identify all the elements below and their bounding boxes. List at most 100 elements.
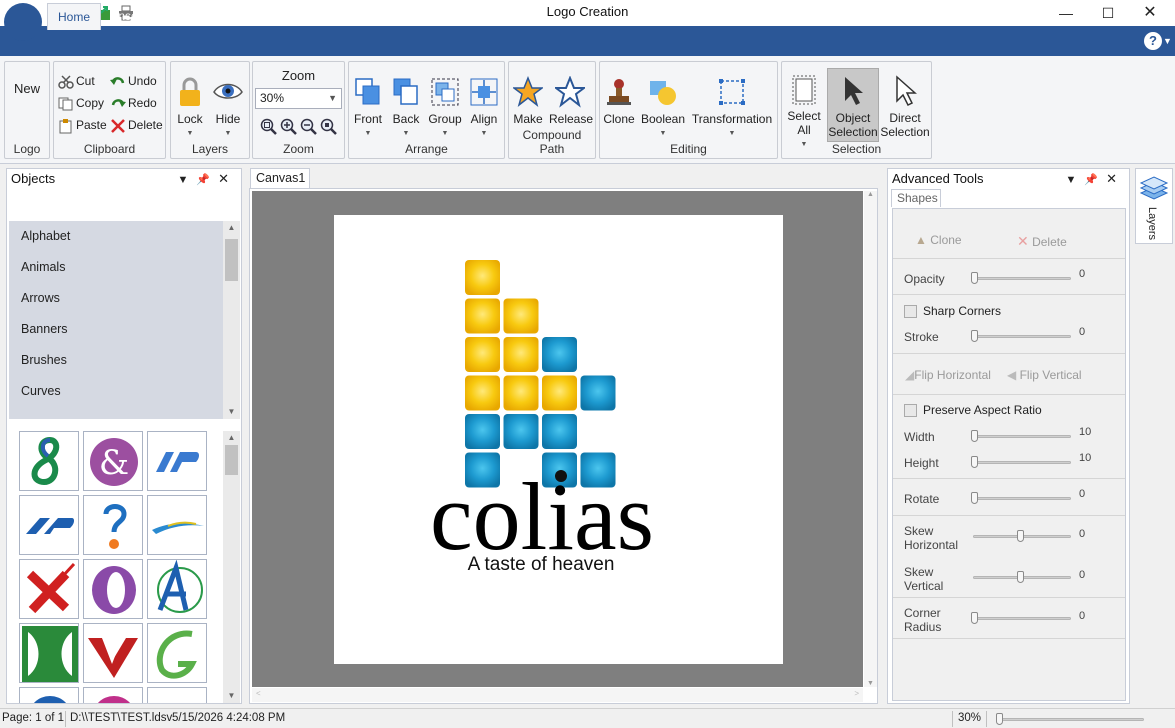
category-item[interactable]: Banners bbox=[9, 314, 223, 345]
canvas-vertical-scrollbar[interactable]: ▲ ▼ bbox=[864, 191, 877, 687]
logo-artwork[interactable]: colias A taste of heaven bbox=[334, 215, 783, 664]
gallery-thumb[interactable] bbox=[147, 559, 207, 619]
category-item[interactable]: Animals bbox=[9, 252, 223, 283]
stroke-slider-track[interactable] bbox=[973, 335, 1071, 338]
paste-button[interactable]: Paste bbox=[58, 115, 107, 135]
minimize-button[interactable]: — bbox=[1044, 2, 1088, 24]
help-icon[interactable]: ? bbox=[1144, 32, 1162, 50]
hide-button[interactable]: Hide ▼ bbox=[211, 76, 245, 141]
scroll-up-icon[interactable]: ▲ bbox=[223, 431, 240, 445]
tab-shapes[interactable]: Shapes bbox=[891, 189, 941, 207]
height-slider-thumb[interactable] bbox=[971, 456, 978, 468]
lock-button[interactable]: Lock ▼ bbox=[174, 76, 206, 141]
gallery-thumb[interactable] bbox=[19, 431, 79, 491]
category-item[interactable]: Arrows bbox=[9, 283, 223, 314]
zoom-actual-icon[interactable] bbox=[319, 117, 337, 135]
tab-effects[interactable]: Effects bbox=[216, 3, 272, 30]
gallery-thumb[interactable] bbox=[83, 623, 143, 683]
corner-radius-slider-thumb[interactable] bbox=[971, 612, 978, 624]
layers-side-tab[interactable]: Layers bbox=[1135, 168, 1173, 244]
object-selection-button[interactable]: Object Selection bbox=[828, 75, 878, 139]
tab-view[interactable]: View bbox=[338, 3, 384, 30]
gallery-thumb[interactable] bbox=[147, 623, 207, 683]
delete-shape-button[interactable]: ✕ Delete bbox=[1017, 233, 1067, 250]
direct-selection-button[interactable]: Direct Selection bbox=[880, 75, 930, 139]
group-button[interactable]: Group ▼ bbox=[426, 76, 464, 141]
tab-color[interactable]: Color bbox=[161, 3, 210, 30]
gallery-thumb[interactable] bbox=[19, 687, 79, 703]
release-compound-button[interactable]: Release bbox=[549, 76, 593, 126]
opacity-slider-track[interactable] bbox=[973, 277, 1071, 280]
gallery-scrollbar[interactable]: ▲ ▼ bbox=[223, 431, 240, 703]
rotate-slider-track[interactable] bbox=[973, 497, 1071, 500]
skew-horizontal-slider-thumb[interactable] bbox=[1017, 530, 1024, 542]
preserve-aspect-checkbox[interactable] bbox=[904, 404, 917, 417]
scroll-right-icon[interactable]: > bbox=[854, 689, 859, 698]
clone-shape-button[interactable]: ▲ Clone bbox=[915, 233, 962, 247]
scroll-down-icon[interactable]: ▼ bbox=[223, 689, 240, 703]
zoom-combobox[interactable]: 30% ▼ bbox=[255, 88, 342, 109]
flip-vertical-button[interactable]: ◀ Flip Vertical bbox=[1007, 368, 1082, 382]
boolean-button[interactable]: Boolean ▼ bbox=[640, 76, 686, 141]
pin-icon[interactable]: 📌 bbox=[196, 174, 218, 186]
align-button[interactable]: Align ▼ bbox=[467, 76, 501, 141]
scroll-up-icon[interactable]: ▲ bbox=[223, 221, 240, 235]
select-all-button[interactable]: Select All ▼ bbox=[784, 75, 824, 152]
transformation-button[interactable]: Transformation ▼ bbox=[690, 76, 774, 141]
gallery-thumb[interactable] bbox=[19, 495, 79, 555]
sharp-corners-checkbox[interactable] bbox=[904, 305, 917, 318]
gallery-thumb[interactable] bbox=[19, 623, 79, 683]
canvas-workspace[interactable]: colias A taste of heaven bbox=[252, 191, 863, 687]
category-item[interactable]: Curves bbox=[9, 376, 223, 407]
clone-button[interactable]: Clone bbox=[602, 76, 636, 126]
category-item[interactable]: Alphabet bbox=[9, 221, 223, 252]
category-scrollbar[interactable]: ▲ ▼ bbox=[223, 221, 240, 419]
canvas-page[interactable]: colias A taste of heaven bbox=[334, 215, 783, 664]
make-compound-button[interactable]: Make bbox=[511, 76, 545, 126]
width-slider-track[interactable] bbox=[973, 435, 1071, 438]
gallery-thumb[interactable] bbox=[147, 431, 207, 491]
pin-icon[interactable]: 📌 bbox=[1084, 174, 1106, 186]
scroll-up-icon[interactable]: ▲ bbox=[864, 191, 877, 198]
dropdown-icon[interactable]: ▼ bbox=[178, 174, 197, 186]
gallery-thumb[interactable] bbox=[83, 495, 143, 555]
gallery-thumb[interactable] bbox=[83, 687, 143, 703]
gallery-thumb[interactable] bbox=[19, 559, 79, 619]
tab-home[interactable]: Home bbox=[47, 3, 102, 30]
height-slider-track[interactable] bbox=[973, 461, 1071, 464]
rotate-slider-thumb[interactable] bbox=[971, 492, 978, 504]
canvas-horizontal-scrollbar[interactable]: < > bbox=[252, 688, 863, 702]
zoom-in-icon[interactable] bbox=[279, 117, 297, 135]
flip-horizontal-button[interactable]: ◢Flip Horizontal bbox=[905, 368, 991, 382]
send-back-button[interactable]: Back ▼ bbox=[389, 76, 423, 141]
scroll-down-icon[interactable]: ▼ bbox=[864, 680, 877, 687]
tab-canvas[interactable]: Canvas bbox=[276, 3, 337, 30]
help-dropdown-icon[interactable]: ▼ bbox=[1163, 36, 1172, 46]
tab-insert[interactable]: Insert bbox=[105, 3, 155, 30]
stroke-slider-thumb[interactable] bbox=[971, 330, 978, 342]
width-slider-thumb[interactable] bbox=[971, 430, 978, 442]
gallery-thumb[interactable] bbox=[147, 687, 207, 703]
gallery-thumb[interactable]: & bbox=[83, 431, 143, 491]
scroll-thumb[interactable] bbox=[225, 239, 238, 281]
undo-button[interactable]: Undo bbox=[110, 71, 157, 91]
new-button[interactable]: New bbox=[8, 82, 46, 96]
gallery-thumb[interactable] bbox=[83, 559, 143, 619]
scroll-left-icon[interactable]: < bbox=[256, 689, 261, 698]
tab-canvas1[interactable]: Canvas1 bbox=[250, 168, 310, 188]
zoom-out-icon[interactable] bbox=[299, 117, 317, 135]
app-menu-button[interactable] bbox=[4, 3, 42, 41]
gallery-thumb[interactable] bbox=[147, 495, 207, 555]
bring-front-button[interactable]: Front ▼ bbox=[351, 76, 385, 141]
zoom-fit-icon[interactable] bbox=[259, 117, 277, 135]
delete-button[interactable]: Delete bbox=[110, 115, 163, 135]
opacity-slider-thumb[interactable] bbox=[971, 272, 978, 284]
dropdown-icon[interactable]: ▼ bbox=[1066, 174, 1085, 186]
corner-radius-slider-track[interactable] bbox=[973, 617, 1071, 620]
cut-button[interactable]: Cut bbox=[58, 71, 95, 91]
scroll-thumb[interactable] bbox=[225, 445, 238, 475]
redo-button[interactable]: Redo bbox=[110, 93, 157, 113]
status-zoom-slider-track[interactable] bbox=[996, 718, 1144, 721]
status-zoom-slider-thumb[interactable] bbox=[996, 713, 1003, 725]
maximize-button[interactable]: ☐ bbox=[1086, 2, 1130, 24]
